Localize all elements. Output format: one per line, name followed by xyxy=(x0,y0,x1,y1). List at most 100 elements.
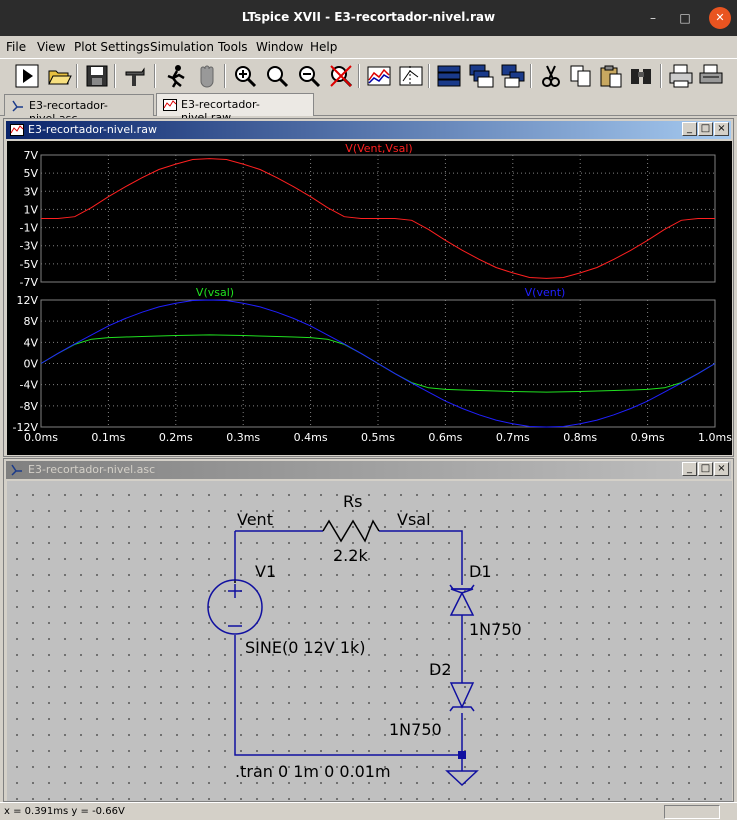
x-tick-label: 1.0ms xyxy=(698,431,732,444)
menu-plot-settings[interactable]: Plot Settings xyxy=(74,40,150,54)
open-icon[interactable] xyxy=(46,63,72,89)
x-tick-label: 0.6ms xyxy=(428,431,462,444)
trace-label-vent-vsal[interactable]: V(Vent,Vsal) xyxy=(345,142,412,155)
y-tick-label: -7V xyxy=(20,276,39,289)
menu-view[interactable]: View xyxy=(37,40,65,54)
menu-tools[interactable]: Tools xyxy=(218,40,248,54)
maximize-button[interactable]: □ xyxy=(674,7,696,29)
diode-d1-name[interactable]: D1 xyxy=(469,562,492,581)
resistor-name[interactable]: Rs xyxy=(343,492,362,511)
save-icon[interactable] xyxy=(84,63,110,89)
y-tick-label: -8V xyxy=(20,400,39,413)
wire-vsal[interactable] xyxy=(379,530,463,585)
source-value[interactable]: SINE(0 12V 1k) xyxy=(245,638,366,657)
trace-label-vsal[interactable]: V(vsal) xyxy=(196,286,234,299)
find-icon[interactable] xyxy=(628,63,654,89)
zoom-cancel-icon[interactable] xyxy=(328,63,354,89)
zoom-in-icon[interactable] xyxy=(232,63,258,89)
y-tick-label: 5V xyxy=(23,167,38,180)
zener-d2[interactable] xyxy=(449,682,475,712)
copy-icon[interactable] xyxy=(568,63,594,89)
menu-window[interactable]: Window xyxy=(256,40,303,54)
control-panel-icon[interactable] xyxy=(122,63,148,89)
y-tick-label: -3V xyxy=(20,240,39,253)
resistor-value[interactable]: 2.2k xyxy=(333,546,368,565)
x-tick-label: 0.9ms xyxy=(631,431,665,444)
paste-icon[interactable] xyxy=(598,63,624,89)
waveform-window-titlebar[interactable]: E3-recortador-nivel.raw _ □ × xyxy=(6,121,731,139)
schematic-icon xyxy=(11,464,22,476)
minimize-button[interactable]: _ xyxy=(682,122,697,136)
waveform-window: E3-recortador-nivel.raw _ □ × 7V 5V 3V 1V -1… xyxy=(3,118,734,457)
menu-help[interactable]: Help xyxy=(310,40,337,54)
diode-d1-model[interactable]: 1N750 xyxy=(469,620,522,639)
restore-button[interactable]: □ xyxy=(698,122,713,136)
source-name[interactable]: V1 xyxy=(255,562,276,581)
mark-icon[interactable] xyxy=(398,63,424,89)
voltage-source-v1[interactable] xyxy=(207,579,263,635)
close-button[interactable]: × xyxy=(714,122,729,136)
cursor-readout: x = 0.391ms y = -0.66V xyxy=(4,806,125,817)
trace-v-vent-vsal[interactable] xyxy=(41,158,715,279)
print-preview-icon[interactable] xyxy=(668,63,694,89)
y-tick-label: 1V xyxy=(23,203,38,216)
y-tick-label: 12V xyxy=(16,294,38,307)
tile-vertical-icon[interactable] xyxy=(500,63,526,89)
pan-hand-icon[interactable] xyxy=(194,63,220,89)
schematic-window-titlebar[interactable]: E3-recortador-nivel.asc _ □ × xyxy=(6,461,731,479)
resistor-rs[interactable] xyxy=(322,519,380,543)
net-label-vent[interactable]: Vent xyxy=(237,510,273,529)
document-tab-bar: E3-recortador-nivel.asc E3-recortador-ni… xyxy=(0,92,737,125)
autorange-icon[interactable] xyxy=(366,63,392,89)
halt-icon[interactable] xyxy=(162,63,188,89)
tab-schematic[interactable]: E3-recortador-nivel.asc xyxy=(4,94,154,125)
run-icon[interactable] xyxy=(14,63,40,89)
menu-simulation[interactable]: Simulation xyxy=(150,40,214,54)
x-tick-label: 0.4ms xyxy=(294,431,328,444)
tile-horizontal-icon[interactable] xyxy=(436,63,462,89)
y-tick-label: 3V xyxy=(23,185,38,198)
schematic-drawing[interactable]: Vent Vsal Rs 2.2k V1 SINE(0 12V 1k) D1 1… xyxy=(7,481,732,801)
zoom-full-icon[interactable] xyxy=(264,63,290,89)
y-tick-label: -1V xyxy=(20,222,39,235)
title-bar: LTspice XVII - E3-recortador-nivel.raw –… xyxy=(0,0,737,36)
zener-d1[interactable] xyxy=(449,584,475,616)
menu-bar: File View Plot Settings Simulation Tools… xyxy=(0,36,737,58)
window-title: LTspice XVII - E3-recortador-nivel.raw xyxy=(241,10,496,24)
restore-button[interactable]: □ xyxy=(698,462,713,476)
cascade-icon[interactable] xyxy=(468,63,494,89)
print-icon[interactable] xyxy=(698,63,724,89)
ground-symbol[interactable] xyxy=(445,770,479,787)
status-bar: x = 0.391ms y = -0.66V xyxy=(0,802,737,820)
waveform-icon xyxy=(163,99,177,111)
diode-d2-name[interactable]: D2 xyxy=(429,660,452,679)
y-tick-label: 0V xyxy=(23,358,38,371)
cut-icon[interactable] xyxy=(538,63,564,89)
minimize-button[interactable]: _ xyxy=(682,462,697,476)
waveform-plot-area[interactable]: 7V 5V 3V 1V -1V -3V -5V -7V 12V 8V 4V 0V -4V -8V -12V 0… xyxy=(7,141,732,455)
diode-d2-model[interactable]: 1N750 xyxy=(389,720,442,739)
toolbar-separator xyxy=(114,64,116,88)
waveform-window-title: E3-recortador-nivel.raw xyxy=(28,123,157,136)
ground-node[interactable] xyxy=(458,751,466,759)
spice-directive[interactable]: .tran 0 1m 0 0.01m xyxy=(235,762,391,781)
waveform-chart[interactable]: 7V5V3V1V-1V-3V-5V-7V12V8V4V0V-4V-8V-12V0… xyxy=(7,141,733,455)
close-button[interactable]: ✕ xyxy=(709,7,731,29)
trace-label-vent[interactable]: V(vent) xyxy=(525,286,566,299)
minimize-button[interactable]: – xyxy=(642,7,664,29)
status-panel xyxy=(664,805,720,819)
x-tick-label: 0.8ms xyxy=(563,431,597,444)
net-label-vsal[interactable]: Vsal xyxy=(397,510,431,529)
schematic-canvas[interactable]: Vent Vsal Rs 2.2k V1 SINE(0 12V 1k) D1 1… xyxy=(7,481,732,801)
zoom-out-icon[interactable] xyxy=(296,63,322,89)
toolbar-separator xyxy=(358,64,360,88)
close-button[interactable]: × xyxy=(714,462,729,476)
x-tick-label: 0.1ms xyxy=(91,431,125,444)
toolbar-separator xyxy=(428,64,430,88)
toolbar-separator xyxy=(154,64,156,88)
x-tick-label: 0.0ms xyxy=(24,431,58,444)
tab-waveform[interactable]: E3-recortador-nivel.raw xyxy=(156,93,314,124)
toolbar-separator xyxy=(76,64,78,88)
schematic-window-title: E3-recortador-nivel.asc xyxy=(28,463,156,476)
menu-file[interactable]: File xyxy=(6,40,26,54)
